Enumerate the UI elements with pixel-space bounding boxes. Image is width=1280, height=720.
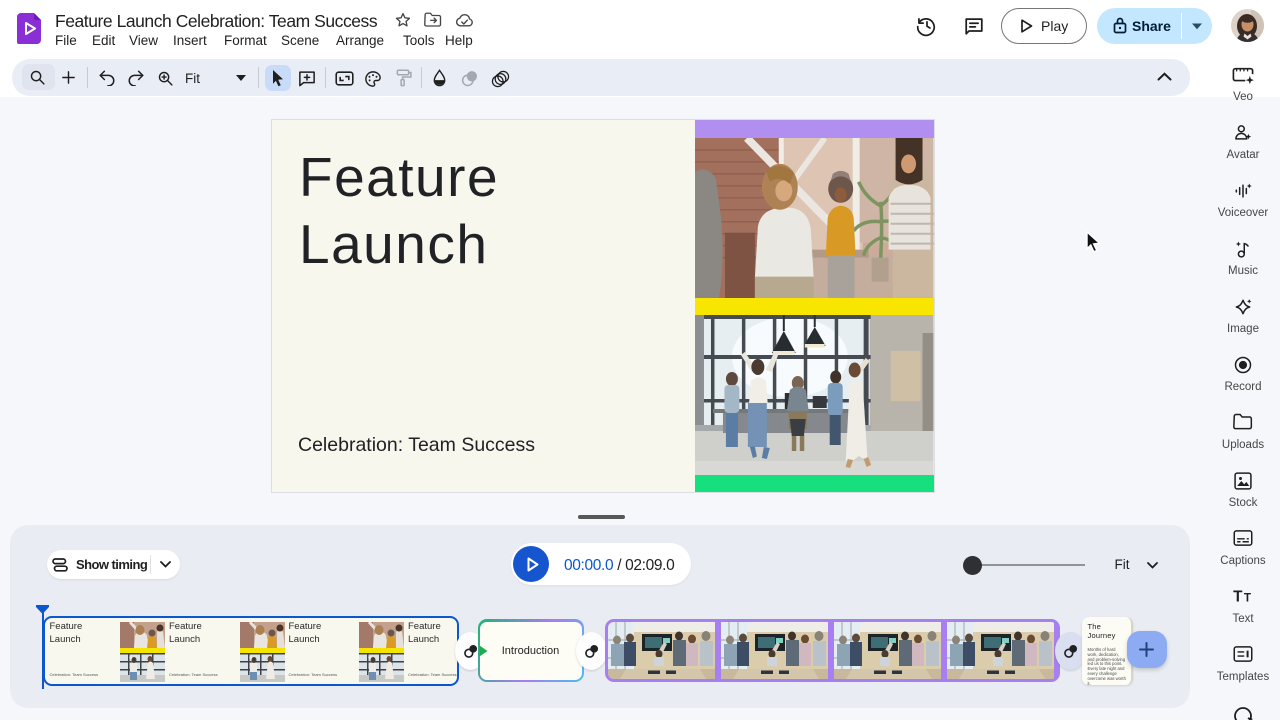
- svg-text:T: T: [1244, 591, 1252, 604]
- svg-text:T: T: [1233, 588, 1243, 605]
